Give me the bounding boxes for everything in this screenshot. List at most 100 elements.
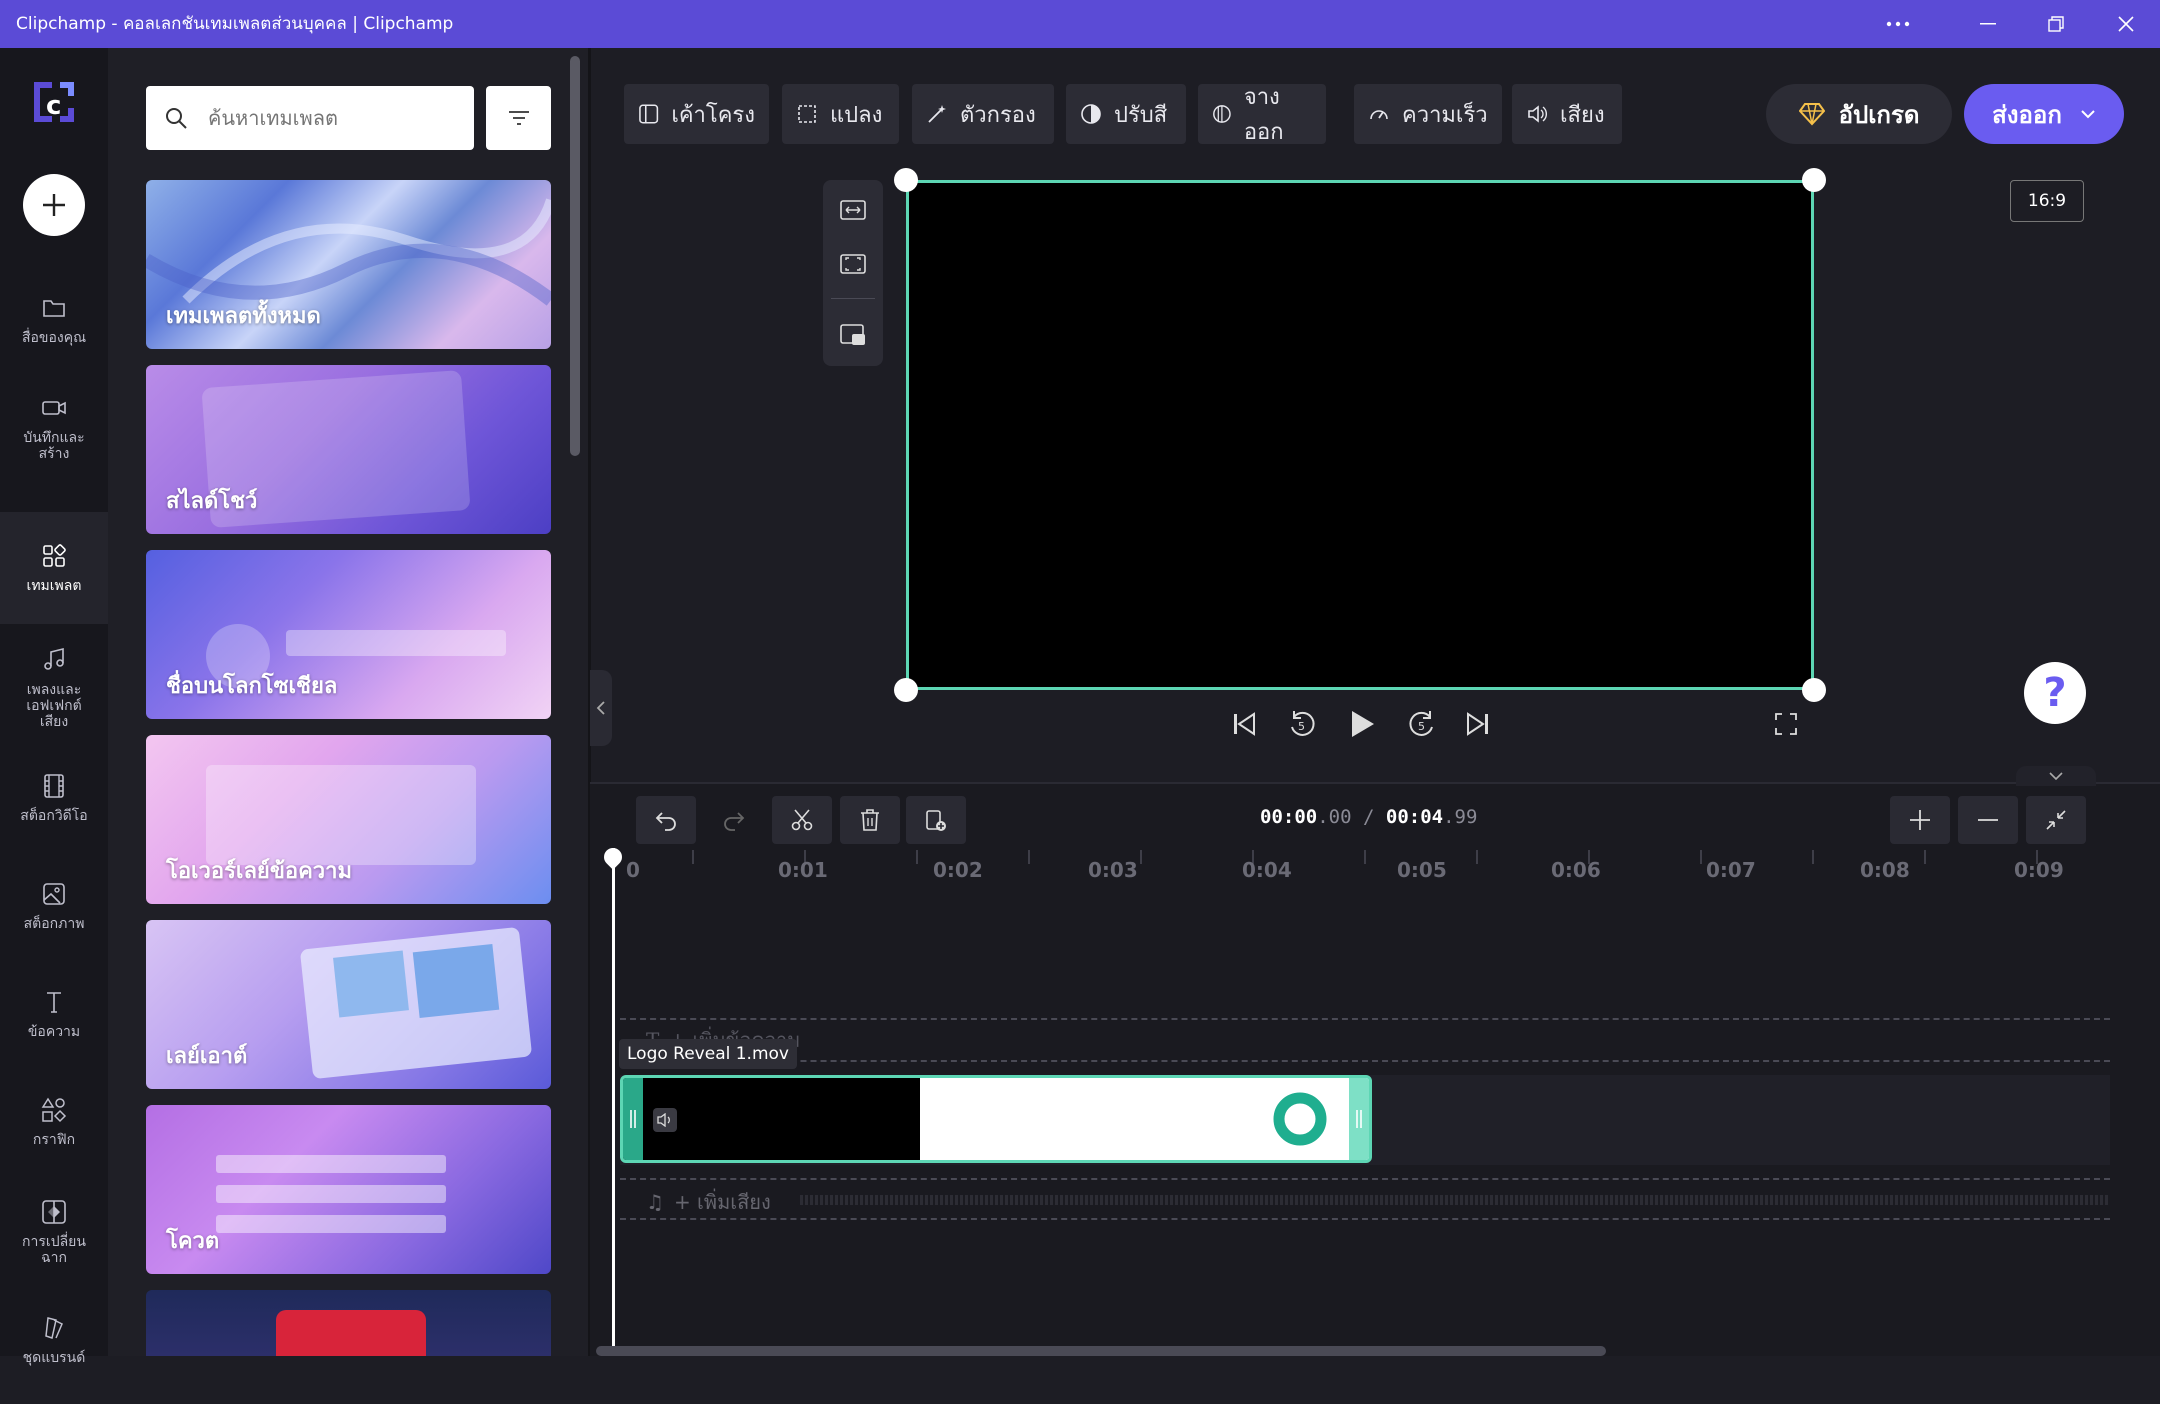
collapse-panel-button[interactable] <box>590 670 612 746</box>
tool-label: แปลง <box>830 102 883 128</box>
undo-button[interactable] <box>636 796 696 844</box>
skip-to-start-button[interactable] <box>1224 704 1264 744</box>
time-separator: / <box>1362 806 1375 828</box>
delete-button[interactable] <box>840 796 900 844</box>
template-card-slideshow[interactable]: สไลด์โชว์ <box>146 365 551 534</box>
chevron-down-small-icon <box>2049 772 2063 780</box>
tool-adjust-colors[interactable]: ปรับสี <box>1066 84 1186 144</box>
search-input[interactable] <box>208 86 458 150</box>
video-preview-canvas[interactable] <box>906 180 1814 690</box>
collapse-arrows-icon <box>2046 810 2066 830</box>
tool-speed[interactable]: ความเร็ว <box>1354 84 1502 144</box>
fullscreen-button[interactable] <box>1766 704 1806 744</box>
template-card-layout[interactable]: เลย์เอาต์ <box>146 920 551 1089</box>
plus-small-icon <box>1910 810 1930 830</box>
forward-5-button[interactable]: 5 <box>1402 704 1442 744</box>
nav-stock-video[interactable]: สต็อกวิดีโอ <box>0 772 108 872</box>
split-button[interactable] <box>772 796 832 844</box>
search-box[interactable] <box>146 86 474 150</box>
resize-handle-top-right[interactable] <box>1802 168 1826 192</box>
card-label: เลย์เอาต์ <box>166 1044 248 1069</box>
text-track-bottom-border <box>620 1060 2110 1062</box>
aspect-ratio-button[interactable]: 16:9 <box>2010 180 2084 222</box>
nav-transitions[interactable]: การเปลี่ยนฉาก <box>0 1198 108 1310</box>
clip-mute-button[interactable] <box>653 1108 677 1132</box>
current-time: 00:00 <box>1260 806 1318 828</box>
template-card-quote[interactable]: โควต <box>146 1105 551 1274</box>
nav-stock-images[interactable]: สต็อกภาพ <box>0 880 108 980</box>
template-card-social-handles[interactable]: ชื่อบนโลกโซเชียล <box>146 550 551 719</box>
zoom-out-button[interactable] <box>1958 796 2018 844</box>
nav-music-sfx[interactable]: เพลงและเอฟเฟกต์เสียง <box>0 646 108 766</box>
clipchamp-logo: c <box>26 74 82 130</box>
template-card-partial[interactable] <box>146 1290 551 1356</box>
audio-waveform-placeholder <box>800 1195 2110 1205</box>
picture-in-picture-icon[interactable] <box>839 322 867 348</box>
title-bar: Clipchamp - คอลเลกชันเทมเพลตส่วนบุคคล | … <box>0 0 2160 48</box>
redo-button[interactable] <box>704 796 764 844</box>
resize-handle-bottom-right[interactable] <box>1802 678 1826 702</box>
minimize-icon[interactable] <box>1956 0 2020 48</box>
preview-side-toolbar <box>823 180 883 366</box>
ruler-label: 0:08 <box>1860 858 1910 882</box>
tool-filters[interactable]: ตัวกรอง <box>912 84 1054 144</box>
clip-trim-handle-left[interactable] <box>623 1078 643 1160</box>
audio-track-bottom-border <box>620 1218 2110 1220</box>
nav-brand-kit[interactable]: ชุดแบรนด์ <box>0 1314 108 1404</box>
play-button[interactable] <box>1342 704 1382 744</box>
nav-templates[interactable]: เทมเพลต <box>0 512 108 624</box>
skip-to-end-button[interactable] <box>1458 704 1498 744</box>
tool-layout[interactable]: เค้าโครง <box>624 84 769 144</box>
volume-icon <box>1528 105 1547 123</box>
more-options-icon[interactable] <box>1866 0 1930 48</box>
camera-icon <box>42 401 66 415</box>
upgrade-button[interactable]: อัปเกรด <box>1766 84 1952 144</box>
transition-icon <box>42 1200 66 1224</box>
window-title: Clipchamp - คอลเลกชันเทมเพลตส่วนบุคคล | … <box>16 14 454 34</box>
nav-text[interactable]: ข้อความ <box>0 988 108 1088</box>
rewind-5-button[interactable]: 5 <box>1282 704 1322 744</box>
resize-handle-bottom-left[interactable] <box>894 678 918 702</box>
tool-label: ความเร็ว <box>1402 102 1488 128</box>
scissors-icon <box>791 809 813 831</box>
tool-fade[interactable]: จางออก <box>1198 84 1326 145</box>
timeline-scrollbar[interactable] <box>596 1346 1606 1356</box>
ruler-label: 0 <box>626 858 640 882</box>
tool-label: เสียง <box>1560 102 1605 128</box>
fit-timeline-button[interactable] <box>2026 796 2086 844</box>
nav-record-create[interactable]: บันทึกและสร้าง <box>0 394 108 506</box>
filter-button[interactable] <box>486 86 551 150</box>
music-note-icon: ♫ <box>646 1190 664 1214</box>
panel-scrollbar[interactable] <box>570 56 580 456</box>
add-audio-track[interactable]: ♫ + เพิ่มเสียง <box>646 1186 771 1218</box>
template-card-all[interactable]: เทมเพลตทั้งหมด <box>146 180 551 349</box>
playhead[interactable] <box>612 848 615 1356</box>
duplicate-button[interactable] <box>906 796 966 844</box>
tool-transform[interactable]: แปลง <box>782 84 899 144</box>
skip-end-icon <box>1467 712 1488 736</box>
fit-icon[interactable] <box>839 198 867 222</box>
nav-your-media[interactable]: สื่อของคุณ <box>0 294 108 394</box>
fade-icon <box>1213 105 1231 123</box>
clip-trim-handle-right[interactable] <box>1349 1078 1369 1160</box>
resize-handle-top-left[interactable] <box>894 168 918 192</box>
tool-audio[interactable]: เสียง <box>1512 84 1622 144</box>
diamond-icon <box>1798 103 1825 126</box>
close-icon[interactable] <box>2094 0 2158 48</box>
export-button[interactable]: ส่งออก <box>1964 84 2124 144</box>
left-navigation: c สื่อของคุณ บันทึกและสร้าง เทมเพลต เพลง… <box>0 48 108 1366</box>
help-button[interactable]: ? <box>2024 662 2086 724</box>
restore-icon[interactable] <box>2024 0 2088 48</box>
adjust-color-icon <box>1081 104 1101 124</box>
fill-icon[interactable] <box>839 252 867 276</box>
collapse-timeline-button[interactable] <box>2016 766 2096 786</box>
speed-icon <box>1370 110 1388 120</box>
search-icon <box>166 108 187 129</box>
transform-icon <box>798 105 816 123</box>
zoom-in-button[interactable] <box>1890 796 1950 844</box>
nav-graphics[interactable]: กราฟิก <box>0 1096 108 1196</box>
video-clip[interactable] <box>620 1075 1372 1163</box>
total-time-fraction: .99 <box>1443 806 1478 828</box>
create-new-button[interactable] <box>23 174 85 236</box>
template-card-text-overlay[interactable]: โอเวอร์เลย์ข้อความ <box>146 735 551 904</box>
